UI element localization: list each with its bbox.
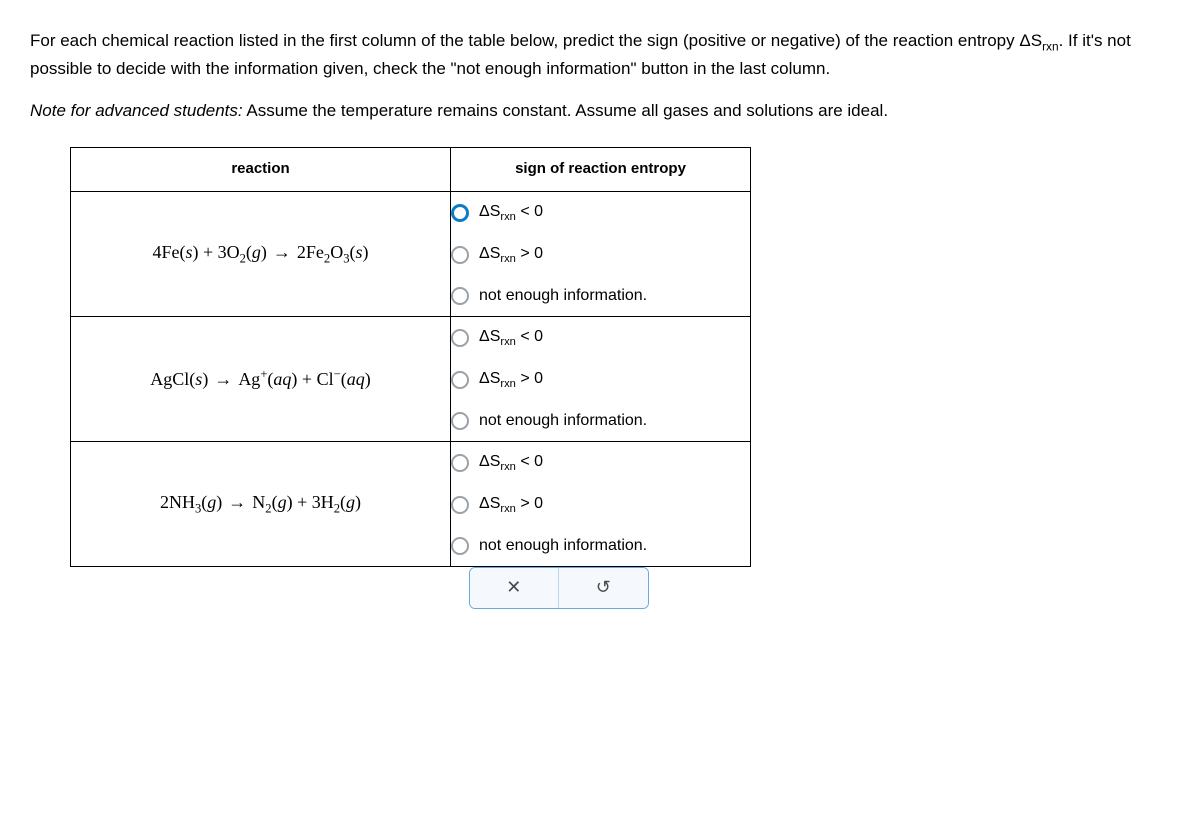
option-nei[interactable]: not enough information. bbox=[451, 276, 750, 316]
radio-icon[interactable] bbox=[451, 412, 469, 430]
arrow-icon: → bbox=[222, 492, 252, 512]
header-entropy: sign of reaction entropy bbox=[451, 148, 751, 192]
option-lt-0[interactable]: ΔSrxn < 0 bbox=[451, 317, 750, 359]
reaction-2: AgCl(s)→Ag+(aq) + Cl−(aq) bbox=[71, 316, 451, 441]
question-text: For each chemical reaction listed in the… bbox=[30, 28, 1170, 82]
table-row: 2NH3(g)→N2(g) + 3H2(g) ΔSrxn < 0 ΔSrxn >… bbox=[71, 441, 751, 566]
option-gt-0[interactable]: ΔSrxn > 0 bbox=[451, 484, 750, 526]
option-nei[interactable]: not enough information. bbox=[451, 526, 750, 566]
reset-icon: ↺ bbox=[596, 574, 611, 601]
option-nei[interactable]: not enough information. bbox=[451, 401, 750, 441]
radio-icon[interactable] bbox=[451, 371, 469, 389]
reaction-3: 2NH3(g)→N2(g) + 3H2(g) bbox=[71, 441, 451, 566]
delta-s-rxn-inline: ΔSrxn bbox=[1019, 31, 1058, 50]
radio-icon[interactable] bbox=[451, 246, 469, 264]
options-3: ΔSrxn < 0 ΔSrxn > 0 not enough informati… bbox=[451, 441, 751, 566]
radio-icon[interactable] bbox=[451, 287, 469, 305]
question-part1: For each chemical reaction listed in the… bbox=[30, 31, 1019, 50]
table-row: 4Fe(s) + 3O2(g)→2Fe2O3(s) ΔSrxn < 0 ΔSrx… bbox=[71, 191, 751, 316]
radio-icon[interactable] bbox=[451, 204, 469, 222]
radio-icon[interactable] bbox=[451, 454, 469, 472]
option-lt-0[interactable]: ΔSrxn < 0 bbox=[451, 442, 750, 484]
option-lt-0[interactable]: ΔSrxn < 0 bbox=[451, 192, 750, 234]
arrow-icon: → bbox=[208, 369, 238, 389]
action-buttons: ✕ ↺ bbox=[469, 567, 649, 609]
arrow-icon: → bbox=[267, 242, 297, 262]
note-rest: Assume the temperature remains constant.… bbox=[243, 101, 888, 120]
reaction-1: 4Fe(s) + 3O2(g)→2Fe2O3(s) bbox=[71, 191, 451, 316]
action-row: ✕ ↺ bbox=[71, 566, 751, 609]
clear-button[interactable]: ✕ bbox=[470, 568, 559, 608]
options-2: ΔSrxn < 0 ΔSrxn > 0 not enough informati… bbox=[451, 316, 751, 441]
radio-icon[interactable] bbox=[451, 496, 469, 514]
table-row: AgCl(s)→Ag+(aq) + Cl−(aq) ΔSrxn < 0 ΔSrx… bbox=[71, 316, 751, 441]
options-1: ΔSrxn < 0 ΔSrxn > 0 not enough informati… bbox=[451, 191, 751, 316]
reset-button[interactable]: ↺ bbox=[558, 568, 648, 608]
note-prefix: Note for advanced students: bbox=[30, 101, 243, 120]
radio-icon[interactable] bbox=[451, 537, 469, 555]
option-gt-0[interactable]: ΔSrxn > 0 bbox=[451, 359, 750, 401]
advanced-note: Note for advanced students: Assume the t… bbox=[30, 98, 1170, 124]
reaction-table: reaction sign of reaction entropy 4Fe(s)… bbox=[70, 147, 751, 608]
option-gt-0[interactable]: ΔSrxn > 0 bbox=[451, 234, 750, 276]
radio-icon[interactable] bbox=[451, 329, 469, 347]
close-icon: ✕ bbox=[506, 574, 521, 601]
header-reaction: reaction bbox=[71, 148, 451, 192]
